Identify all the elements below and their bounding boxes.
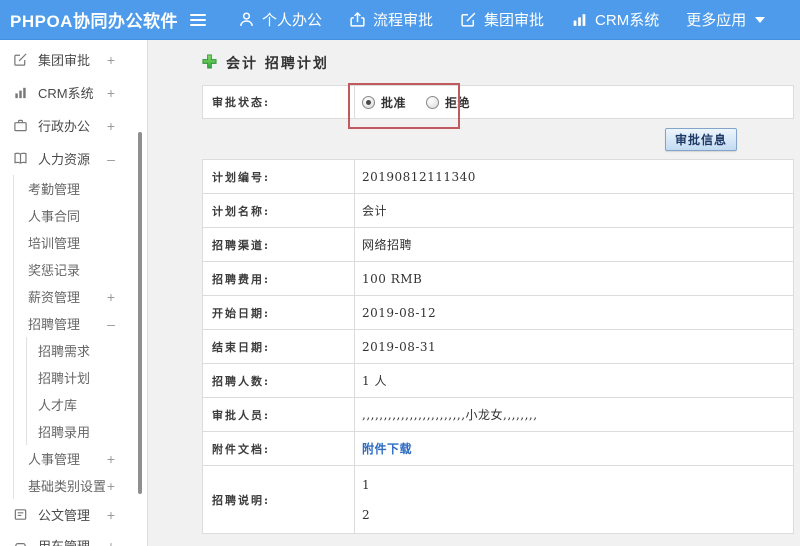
plan-detail-table: 计划编号: 20190812111340 计划名称: 会计 招聘渠道: 网络招聘… xyxy=(202,159,794,534)
table-row: 结束日期: 2019-08-31 xyxy=(202,329,794,364)
collapse-icon: – xyxy=(107,150,115,167)
expand-icon: + xyxy=(106,477,116,494)
page-title-row: 会计 招聘计划 xyxy=(202,53,794,73)
add-icon xyxy=(202,53,217,73)
field-value: 2019-08-31 xyxy=(354,329,794,364)
bar-chart-icon xyxy=(13,85,29,100)
table-row: 招聘人数: 1 人 xyxy=(202,363,794,398)
sidebar-item-salary[interactable]: 薪资管理 + xyxy=(14,283,147,310)
expand-icon: + xyxy=(106,288,116,305)
field-label: 结束日期: xyxy=(202,329,355,364)
field-value: 100 RMB xyxy=(354,261,794,296)
expand-icon: + xyxy=(106,117,116,134)
sidebar-item-training[interactable]: 培训管理 xyxy=(14,229,147,256)
sidebar-item-attendance[interactable]: 考勤管理 xyxy=(14,175,147,202)
top-bar: PHPOA协同办公软件 个人办公 流程审批 集团审批 CRM系统 更多应用 xyxy=(0,0,800,40)
approval-status-table: 审批状态: 批准 拒绝 xyxy=(202,85,794,119)
sidebar-item-document-mgmt[interactable]: 公文管理 + xyxy=(0,499,147,530)
car-icon xyxy=(13,538,29,546)
menu-toggle-icon[interactable] xyxy=(190,13,206,26)
sidebar-item-group-approval[interactable]: 集团审批 + xyxy=(0,43,147,76)
field-label: 计划编号: xyxy=(202,159,355,194)
sidebar-item-base-category[interactable]: 基础类别设置 + xyxy=(14,472,147,499)
sidebar-scrollbar[interactable] xyxy=(138,132,142,494)
table-row: 招聘费用: 100 RMB xyxy=(202,261,794,296)
field-label: 招聘说明: xyxy=(202,465,355,534)
main-content: 会计 招聘计划 审批状态: 批准 拒绝 审批信息 计划编号: 201908121… xyxy=(148,40,800,546)
expand-icon: + xyxy=(106,537,116,546)
briefcase-icon xyxy=(13,118,29,133)
submit-icon xyxy=(349,11,366,28)
recruit-submenu: 招聘需求 招聘计划 人才库 招聘录用 xyxy=(26,337,147,445)
nav-workflow-approval[interactable]: 流程审批 xyxy=(349,9,433,30)
field-value: 网络招聘 xyxy=(354,227,794,262)
field-value: ,,,,,,,,,,,,,,,,,,,,,,,,小龙女,,,,,,,, xyxy=(354,397,794,432)
table-row: 计划名称: 会计 xyxy=(202,193,794,228)
nav-more-apps[interactable]: 更多应用 xyxy=(686,9,766,30)
bar-chart-icon xyxy=(571,11,588,28)
sidebar-item-recruit-demand[interactable]: 招聘需求 xyxy=(27,337,147,364)
field-label: 招聘费用: xyxy=(202,261,355,296)
sidebar-item-talent-pool[interactable]: 人才库 xyxy=(27,391,147,418)
collapse-icon: – xyxy=(107,315,115,332)
edit-icon xyxy=(460,11,477,28)
sidebar: 集团审批 + CRM系统 + 行政办公 + 人力资源 – 考勤管理 人事合同 培… xyxy=(0,40,148,546)
hr-submenu: 考勤管理 人事合同 培训管理 奖惩记录 薪资管理 + 招聘管理 – 招聘需求 招… xyxy=(13,175,147,499)
page-title: 会计 招聘计划 xyxy=(226,56,329,72)
nav-crm-system[interactable]: CRM系统 xyxy=(571,9,659,30)
table-row: 开始日期: 2019-08-12 xyxy=(202,295,794,330)
user-icon xyxy=(238,11,255,28)
field-label: 附件文档: xyxy=(202,431,355,466)
field-label: 招聘人数: xyxy=(202,363,355,398)
nav-personal-office[interactable]: 个人办公 xyxy=(238,9,322,30)
field-label: 招聘渠道: xyxy=(202,227,355,262)
expand-icon: + xyxy=(106,506,116,523)
radio-reject[interactable]: 拒绝 xyxy=(426,94,470,111)
expand-icon: + xyxy=(106,84,116,101)
field-value: 会计 xyxy=(354,193,794,228)
table-row: 计划编号: 20190812111340 xyxy=(202,159,794,194)
sidebar-item-reward-punish[interactable]: 奖惩记录 xyxy=(14,256,147,283)
sidebar-item-hr-contract[interactable]: 人事合同 xyxy=(14,202,147,229)
sidebar-item-recruit-plan[interactable]: 招聘计划 xyxy=(27,364,147,391)
detail-panel: 审批状态: 批准 拒绝 审批信息 计划编号: 20190812111340 计划… xyxy=(202,83,794,534)
radio-unselected-icon[interactable] xyxy=(426,95,440,109)
sidebar-item-vehicle-mgmt[interactable]: 用车管理 + xyxy=(0,530,147,546)
field-value: 1 人 xyxy=(354,363,794,398)
field-label: 开始日期: xyxy=(202,295,355,330)
book-icon xyxy=(13,151,29,166)
radio-selected-icon[interactable] xyxy=(362,95,375,109)
field-label: 审批状态: xyxy=(202,85,355,119)
field-label: 计划名称: xyxy=(202,193,355,228)
sidebar-item-personnel-mgmt[interactable]: 人事管理 + xyxy=(14,445,147,472)
sidebar-item-human-resources[interactable]: 人力资源 – xyxy=(0,142,147,175)
attachment-download-link[interactable]: 附件下载 xyxy=(362,442,412,456)
table-row: 审批状态: 批准 拒绝 xyxy=(202,85,794,119)
caret-down-icon xyxy=(755,16,766,23)
button-row: 审批信息 xyxy=(202,119,794,159)
field-label: 审批人员: xyxy=(202,397,355,432)
sidebar-item-recruit-mgmt[interactable]: 招聘管理 – xyxy=(14,310,147,337)
top-nav: 个人办公 流程审批 集团审批 CRM系统 更多应用 xyxy=(238,9,766,30)
table-row: 附件文档: 附件下载 xyxy=(202,431,794,466)
field-value: 1 2 xyxy=(354,465,794,534)
sidebar-item-crm-system[interactable]: CRM系统 + xyxy=(0,76,147,109)
field-value: 20190812111340 xyxy=(354,159,794,194)
sidebar-item-admin-office[interactable]: 行政办公 + xyxy=(0,109,147,142)
table-row: 招聘渠道: 网络招聘 xyxy=(202,227,794,262)
table-row: 审批人员: ,,,,,,,,,,,,,,,,,,,,,,,,小龙女,,,,,,,… xyxy=(202,397,794,432)
approval-radio-group: 批准 拒绝 xyxy=(362,94,793,111)
expand-icon: + xyxy=(106,450,116,467)
approval-info-button[interactable]: 审批信息 xyxy=(664,127,737,151)
table-row: 招聘说明: 1 2 xyxy=(202,465,794,534)
edit-icon xyxy=(13,52,29,67)
expand-icon: + xyxy=(106,51,116,68)
radio-approve[interactable]: 批准 xyxy=(362,94,406,111)
field-value: 2019-08-12 xyxy=(354,295,794,330)
nav-group-approval[interactable]: 集团审批 xyxy=(460,9,544,30)
sidebar-item-recruit-hire[interactable]: 招聘录用 xyxy=(27,418,147,445)
document-icon xyxy=(13,507,29,522)
app-logo: PHPOA协同办公软件 xyxy=(10,12,178,31)
